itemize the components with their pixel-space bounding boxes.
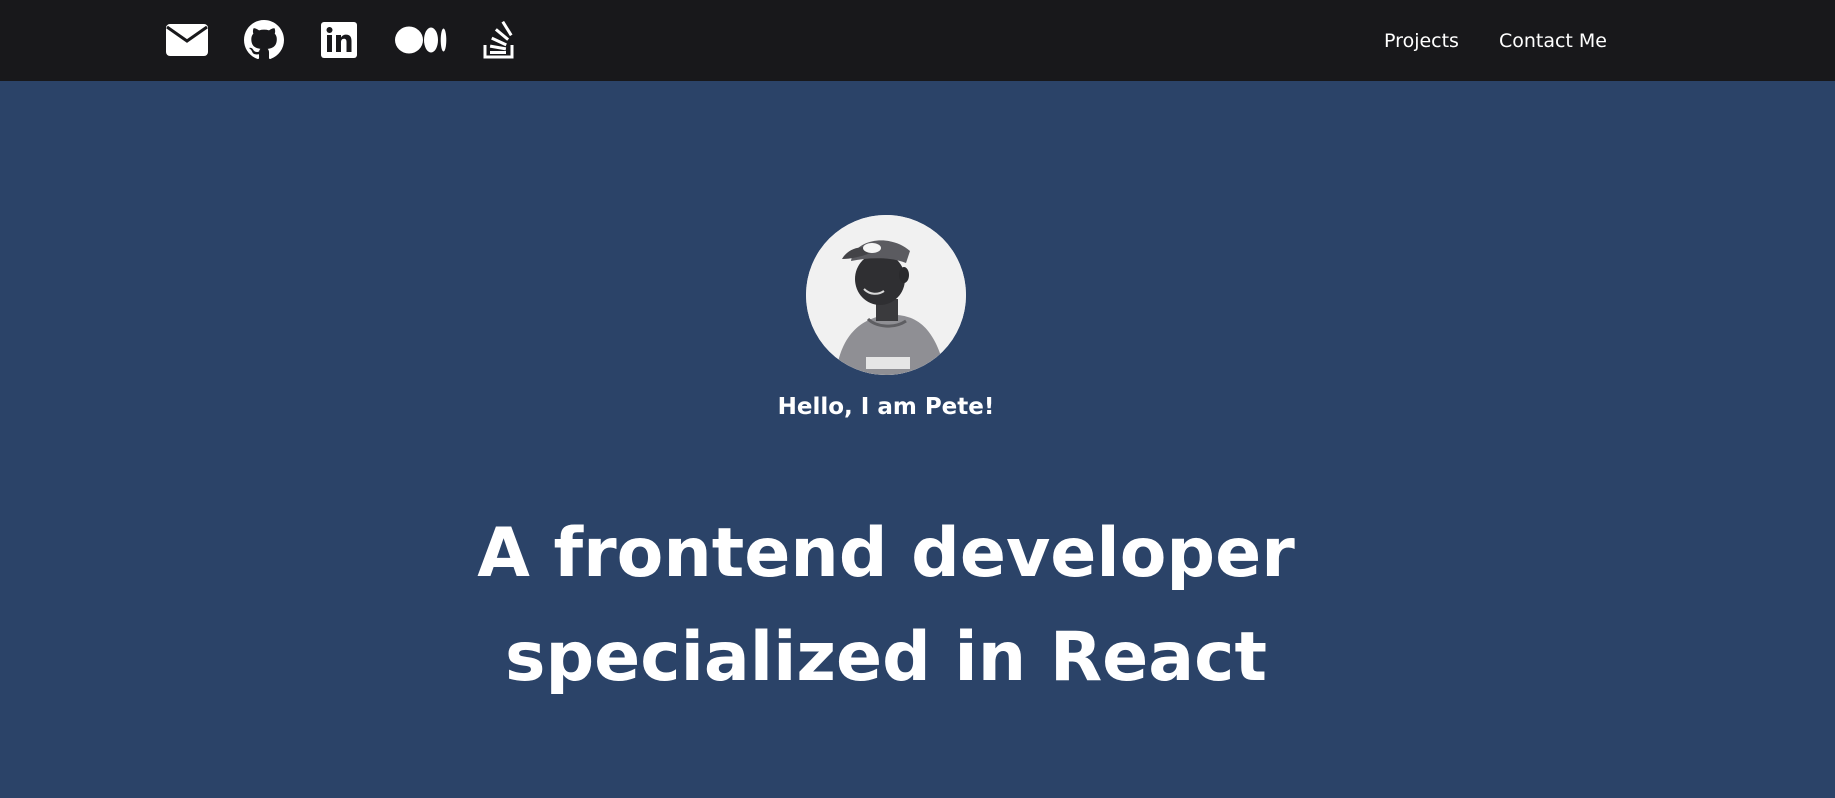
- linkedin-icon: [321, 22, 357, 58]
- nav-contact-link[interactable]: Contact Me: [1499, 30, 1607, 52]
- page: Projects Contact Me Hello, I am Pete! A …: [0, 0, 1835, 798]
- stackoverflow-icon: [483, 21, 514, 59]
- email-link[interactable]: [165, 20, 209, 60]
- headline-line-1: A frontend developer: [477, 514, 1295, 593]
- avatar: [806, 215, 966, 375]
- linkedin-link[interactable]: [319, 20, 359, 60]
- nav-projects-link[interactable]: Projects: [1384, 30, 1459, 52]
- github-link[interactable]: [242, 20, 286, 60]
- stackoverflow-link[interactable]: [481, 20, 517, 60]
- envelope-icon: [166, 24, 208, 56]
- hero-section: Hello, I am Pete! A frontend developer s…: [0, 81, 1835, 798]
- top-navigation-bar: Projects Contact Me: [0, 0, 1835, 81]
- main-nav: Projects Contact Me: [1344, 0, 1607, 81]
- medium-icon: [395, 26, 447, 54]
- github-icon: [244, 20, 284, 60]
- social-links: [165, 20, 517, 60]
- greeting-text: Hello, I am Pete!: [777, 394, 995, 420]
- profile-photo: [806, 215, 966, 375]
- medium-link[interactable]: [394, 20, 448, 60]
- headline-line-2: specialized in React: [504, 618, 1267, 697]
- headline: A frontend developer specialized in Reac…: [0, 502, 1772, 710]
